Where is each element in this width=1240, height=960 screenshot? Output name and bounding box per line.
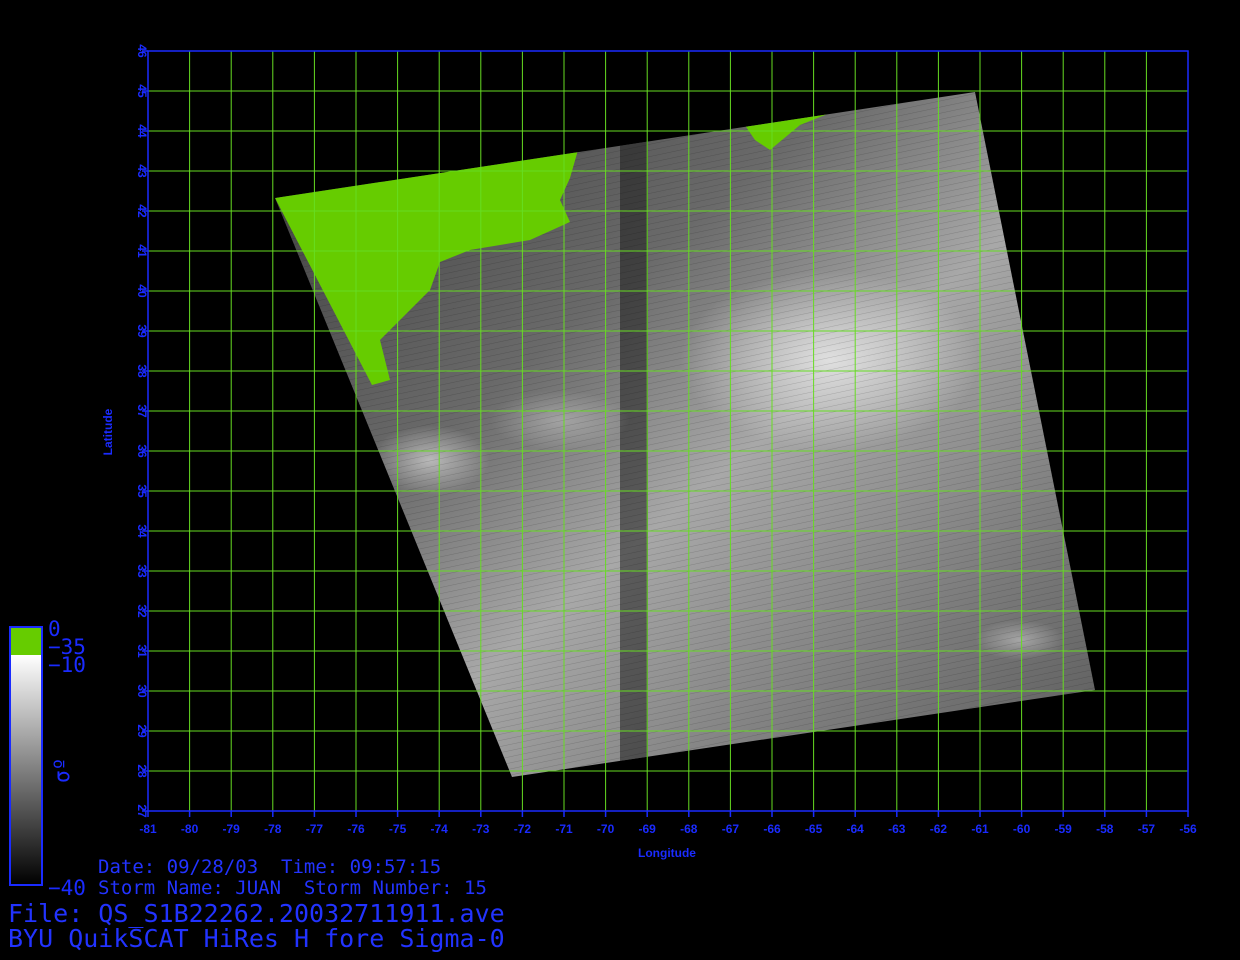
lon-tick-label: -78	[264, 822, 282, 836]
lon-tick-label: -58	[1096, 822, 1114, 836]
lon-tick-label: -62	[930, 822, 948, 836]
sigma0-swath	[275, 92, 1095, 777]
lon-tick-label: -67	[722, 822, 740, 836]
lon-tick-label: -74	[431, 822, 449, 836]
product-title-text: BYU QuikSCAT HiRes H fore Sigma-0	[8, 924, 505, 953]
lon-tick-label: -75	[389, 822, 407, 836]
colorbar-symbol: σº	[50, 758, 74, 783]
map-figure: -81 -80 -79 -78 -77 -76 -75 -74 -73 -72 -71 -70 -69 -…	[9, 44, 1197, 900]
colorbar-gradient	[10, 655, 42, 885]
y-axis-title: Latitude	[101, 408, 115, 455]
lon-tick-label: -70	[597, 822, 615, 836]
date-time-text: Date: 09/28/03 Time: 09:57:15	[98, 856, 442, 878]
colorbar-label-upper: −10	[48, 653, 86, 677]
lon-tick-label: -61	[971, 822, 989, 836]
colorbar: 0 −35 −10 σº −40	[9, 617, 86, 900]
x-axis-title: Longitude	[638, 846, 696, 860]
longitude-tick-labels: -81 -80 -79 -78 -77 -76 -75 -74 -73 -72 -71 -70 -69 -…	[139, 822, 1197, 836]
lon-tick-label: -71	[555, 822, 573, 836]
lon-tick-label: -63	[888, 822, 906, 836]
latitude-tick-labels: 2728293031323334353637383940414243444546	[135, 44, 149, 818]
lon-tick-label: -64	[847, 822, 865, 836]
lon-tick-label: -59	[1055, 822, 1073, 836]
lon-tick-label: -66	[763, 822, 781, 836]
lon-tick-label: -60	[1013, 822, 1031, 836]
lon-tick-label: -57	[1138, 822, 1156, 836]
lon-tick-label: -77	[306, 822, 324, 836]
lon-tick-label: -65	[805, 822, 823, 836]
lon-tick-label: -72	[514, 822, 532, 836]
storm-info-text: Storm Name: JUAN Storm Number: 15	[98, 877, 487, 899]
colorbar-label-bottom: −40	[48, 876, 86, 900]
lon-tick-label: -76	[347, 822, 365, 836]
colorbar-land-swatch	[10, 627, 42, 655]
lon-tick-label: -68	[680, 822, 698, 836]
lon-tick-label: -81	[139, 822, 157, 836]
lon-tick-label: -69	[639, 822, 657, 836]
lon-tick-label: -79	[223, 822, 241, 836]
lon-tick-label: -73	[472, 822, 490, 836]
lon-tick-label: -56	[1179, 822, 1197, 836]
lon-tick-label: -80	[181, 822, 199, 836]
